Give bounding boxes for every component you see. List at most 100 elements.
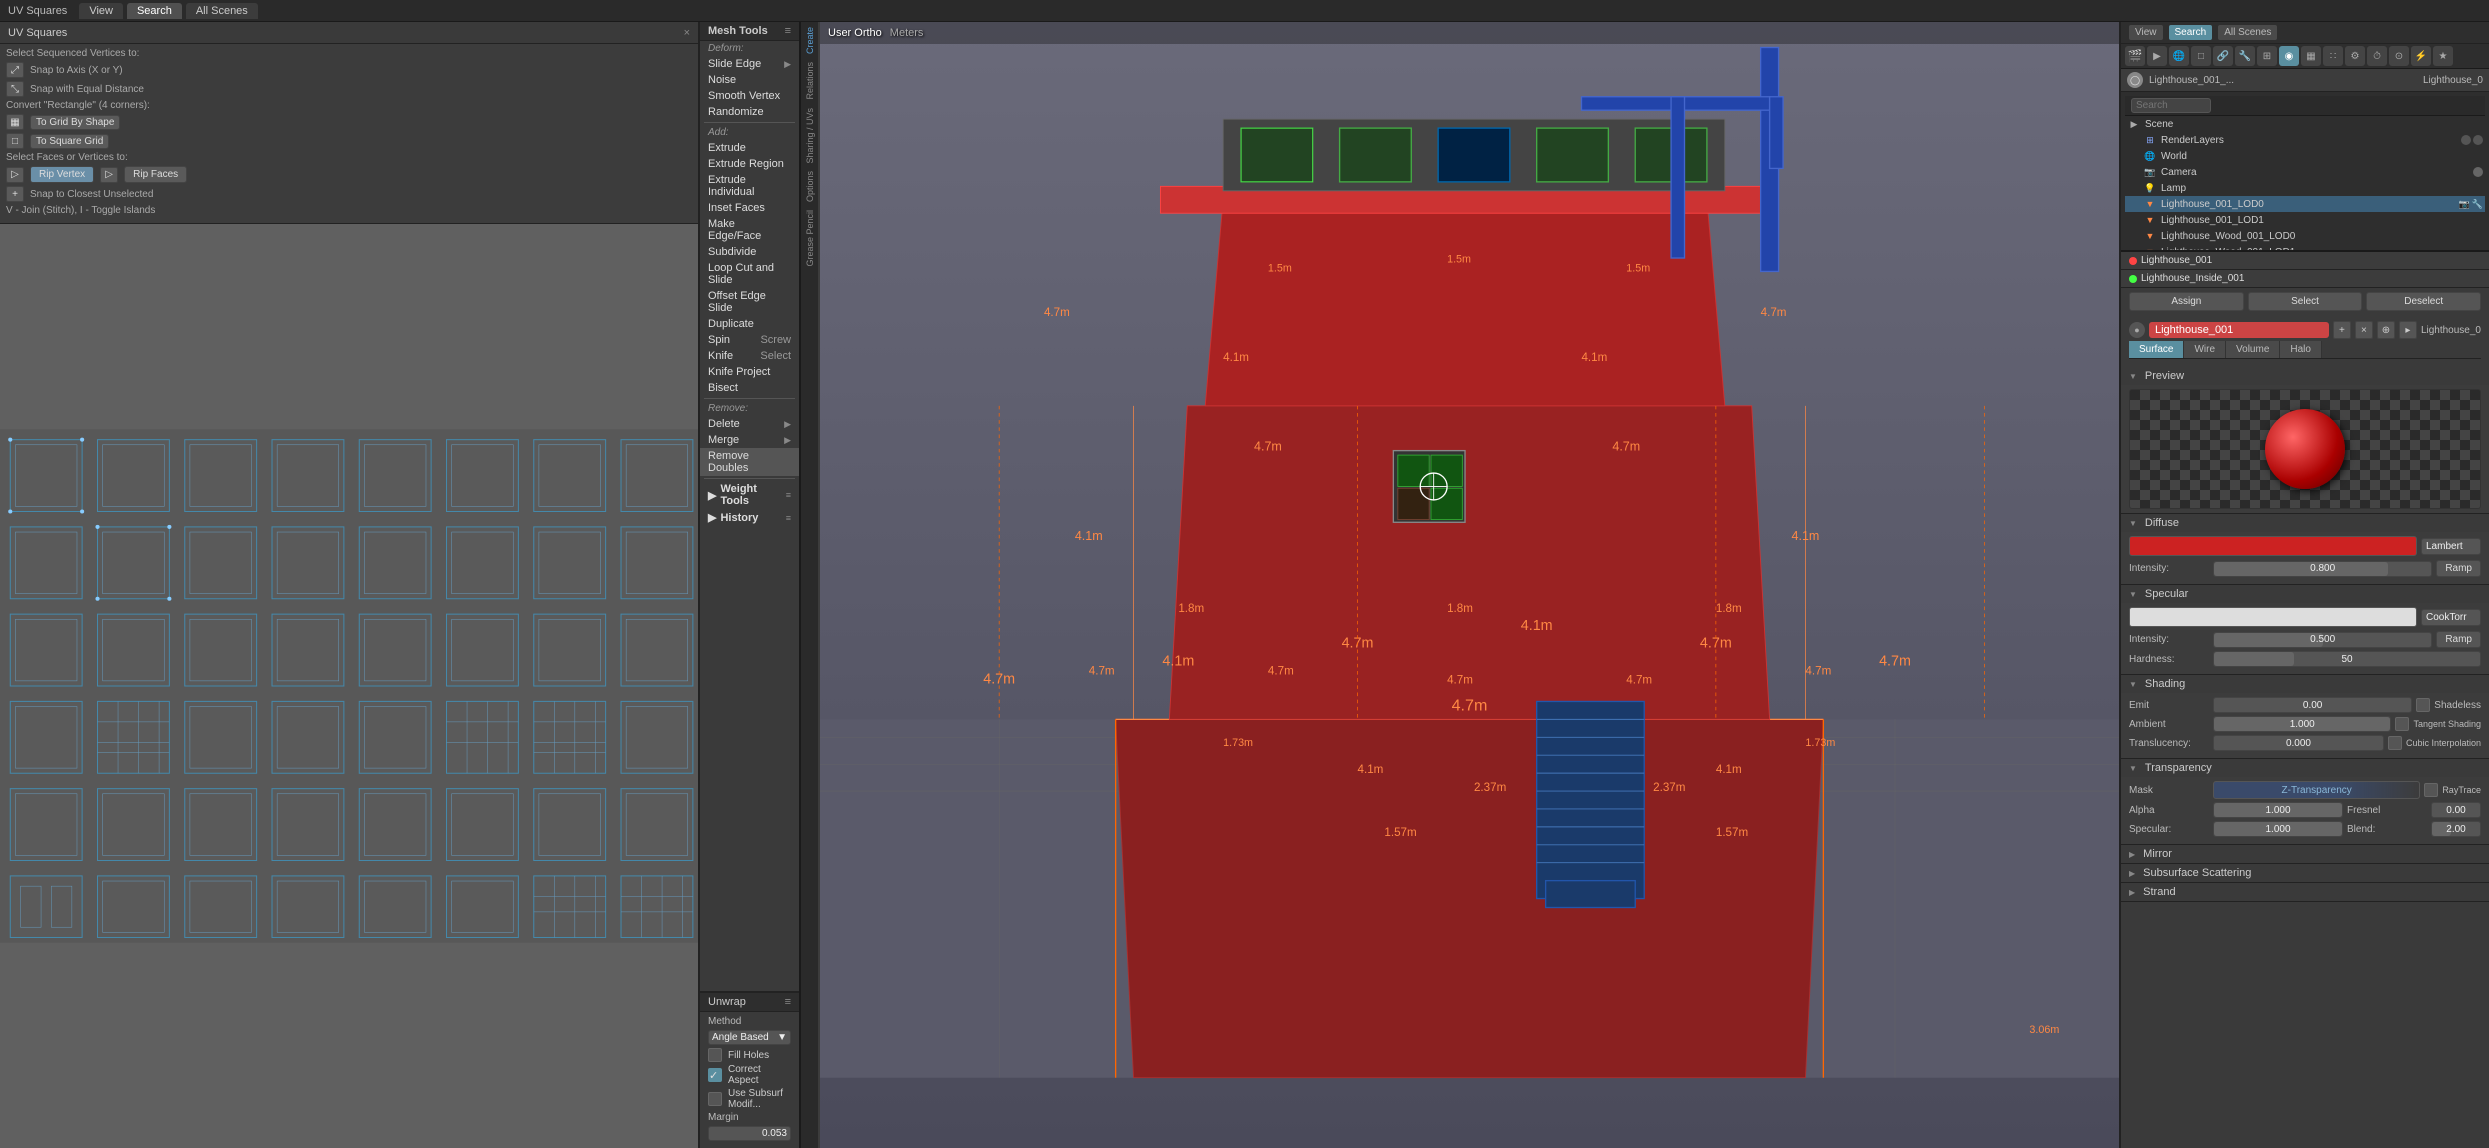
rip-faces-btn[interactable]: Rip Faces (124, 166, 187, 183)
specular-intensity-bar[interactable]: 0.500 (2213, 632, 2432, 648)
tab-options[interactable]: Options (803, 168, 817, 205)
uv-panel-close[interactable]: × (684, 27, 690, 39)
inset-faces-item[interactable]: Inset Faces (700, 200, 799, 216)
rp-icon-render[interactable]: ▶ (2147, 46, 2167, 66)
mask-swatch[interactable]: Z-Transparency (2213, 781, 2420, 799)
to-square-btn[interactable]: To Square Grid (30, 134, 109, 149)
diffuse-intensity-bar[interactable]: 0.800 (2213, 561, 2432, 577)
outliner-item-lh001-lod0[interactable]: ▼ Lighthouse_001_LOD0 📷 🔧 (2125, 196, 2485, 212)
extrude-item[interactable]: Extrude (700, 140, 799, 156)
snap-axis-icon[interactable]: ⤢ (6, 62, 24, 78)
specular-hardness-bar[interactable]: 50 (2213, 651, 2481, 667)
subsurf-header[interactable]: ▶ Subsurface Scattering (2121, 864, 2489, 882)
offset-edge-slide-item[interactable]: Offset Edge Slide (700, 288, 799, 316)
tab-create[interactable]: Create (803, 24, 817, 57)
mirror-header[interactable]: ▶ Mirror (2121, 845, 2489, 863)
rp-icon-texture[interactable]: ▦ (2301, 46, 2321, 66)
mat-copy-btn[interactable]: ⊕ (2377, 321, 2395, 339)
grid-icon[interactable]: ▦ (6, 114, 24, 130)
delete-item[interactable]: Delete ▶ (700, 416, 799, 432)
snap-equal-icon[interactable]: ⤡ (6, 81, 24, 97)
specular-shader-select[interactable]: CookTorr (2421, 609, 2481, 626)
shadeless-cb[interactable] (2416, 698, 2430, 712)
randomize-item[interactable]: Randomize (700, 104, 799, 120)
snap-closest-icon[interactable]: + (6, 186, 24, 202)
spin-item[interactable]: Spin Screw (700, 332, 799, 348)
rp-tab-search[interactable]: Search (2169, 25, 2213, 40)
strand-header[interactable]: ▶ Strand (2121, 883, 2489, 901)
square-icon[interactable]: □ (6, 133, 24, 149)
outliner-item-lamp[interactable]: 💡 Lamp (2125, 180, 2485, 196)
extrude-region-item[interactable]: Extrude Region (700, 156, 799, 172)
specular-ramp-btn[interactable]: Ramp (2436, 631, 2481, 648)
use-subsurf-checkbox[interactable] (708, 1092, 722, 1106)
outliner-item-renderlayers[interactable]: ⊞ RenderLayers (2125, 132, 2485, 148)
bisect-item[interactable]: Bisect (700, 380, 799, 396)
fill-holes-checkbox[interactable] (708, 1048, 722, 1062)
rp-icon-data[interactable]: ⊞ (2257, 46, 2277, 66)
diffuse-ramp-btn[interactable]: Ramp (2436, 560, 2481, 577)
make-edge-face-item[interactable]: Make Edge/Face (700, 216, 799, 244)
cubic-interp-cb[interactable] (2388, 736, 2402, 750)
material-name-field[interactable]: Lighthouse_001 (2149, 322, 2329, 338)
remove-doubles-item[interactable]: Remove Doubles (700, 448, 799, 476)
extrude-individual-item[interactable]: Extrude Individual (700, 172, 799, 200)
tab-all-scenes[interactable]: All Scenes (186, 3, 258, 19)
loop-cut-slide-item[interactable]: Loop Cut and Slide (700, 260, 799, 288)
subdivide-item[interactable]: Subdivide (700, 244, 799, 260)
rp-icon-modifiers[interactable]: 🔧 (2235, 46, 2255, 66)
tab-surface[interactable]: Surface (2129, 341, 2184, 358)
tab-relations[interactable]: Relations (803, 59, 817, 103)
tab-view[interactable]: View (79, 3, 123, 19)
fresnel-bar[interactable]: 0.00 (2431, 802, 2481, 818)
knife-project-item[interactable]: Knife Project (700, 364, 799, 380)
smooth-vertex-item[interactable]: Smooth Vertex (700, 88, 799, 104)
noise-item[interactable]: Noise (700, 72, 799, 88)
tab-search[interactable]: Search (127, 3, 182, 19)
blend-bar[interactable]: 2.00 (2431, 821, 2481, 837)
correct-aspect-checkbox[interactable]: ✓ (708, 1068, 722, 1082)
rp-icon-extra2[interactable]: ⚡ (2411, 46, 2431, 66)
emit-bar[interactable]: 0.00 (2213, 697, 2412, 713)
specular-alpha-bar[interactable]: 1.000 (2213, 821, 2343, 837)
rp-icon-constraints[interactable]: 🔗 (2213, 46, 2233, 66)
rp-icon-extra1[interactable]: ⊙ (2389, 46, 2409, 66)
alpha-bar[interactable]: 1.000 (2213, 802, 2343, 818)
slide-edge-item[interactable]: Slide Edge ▶ (700, 56, 799, 72)
mat-data-btn[interactable]: ▸ (2399, 321, 2417, 339)
deselect-btn[interactable]: Deselect (2366, 292, 2481, 311)
preview-header[interactable]: ▼ Preview (2121, 367, 2489, 385)
outliner-item-lhwood-lod1[interactable]: ▼ Lighthouse_Wood_001_LOD1 (2125, 244, 2485, 252)
mesh-tools-pin[interactable]: ≡ (785, 25, 791, 37)
duplicate-item[interactable]: Duplicate (700, 316, 799, 332)
specular-header[interactable]: ▼ Specular (2121, 585, 2489, 603)
assign-btn[interactable]: Assign (2129, 292, 2244, 311)
history-item[interactable]: ▶ History ≡ (700, 509, 799, 526)
diffuse-color-swatch[interactable] (2129, 536, 2417, 556)
mat-x-btn[interactable]: × (2355, 321, 2373, 339)
rp-icon-particles[interactable]: ∷ (2323, 46, 2343, 66)
shading-header[interactable]: ▼ Shading (2121, 675, 2489, 693)
outliner-item-lhwood-lod0[interactable]: ▼ Lighthouse_Wood_001_LOD0 (2125, 228, 2485, 244)
raytrace-cb[interactable] (2424, 783, 2438, 797)
rip-vertex-btn[interactable]: Rip Vertex (30, 166, 94, 183)
tab-sharing[interactable]: Sharing / UVs (803, 105, 817, 167)
outliner-item-lh001-lod1[interactable]: ▼ Lighthouse_001_LOD1 (2125, 212, 2485, 228)
method-select[interactable]: Angle Based ▼ (708, 1030, 791, 1045)
rp-tab-all-scenes[interactable]: All Scenes (2218, 25, 2277, 40)
rp-icon-anim[interactable]: ⏱ (2367, 46, 2387, 66)
rp-icon-object[interactable]: □ (2191, 46, 2211, 66)
specular-color-swatch[interactable] (2129, 607, 2417, 627)
rip-vertex-icon[interactable]: ▷ (6, 167, 24, 183)
outliner-item-world[interactable]: 🌐 World (2125, 148, 2485, 164)
tab-halo[interactable]: Halo (2280, 341, 2322, 358)
to-grid-btn[interactable]: To Grid By Shape (30, 115, 120, 130)
transparency-header[interactable]: ▼ Transparency (2121, 759, 2489, 777)
diffuse-shader-select[interactable]: Lambert (2421, 538, 2481, 555)
tab-grease-pencil[interactable]: Grease Pencil (803, 207, 817, 270)
diffuse-header[interactable]: ▼ Diffuse (2121, 514, 2489, 532)
knife-item[interactable]: Knife Select (700, 348, 799, 364)
translucency-bar[interactable]: 0.000 (2213, 735, 2384, 751)
rp-icon-physics[interactable]: ⚙ (2345, 46, 2365, 66)
tangent-cb[interactable] (2395, 717, 2409, 731)
